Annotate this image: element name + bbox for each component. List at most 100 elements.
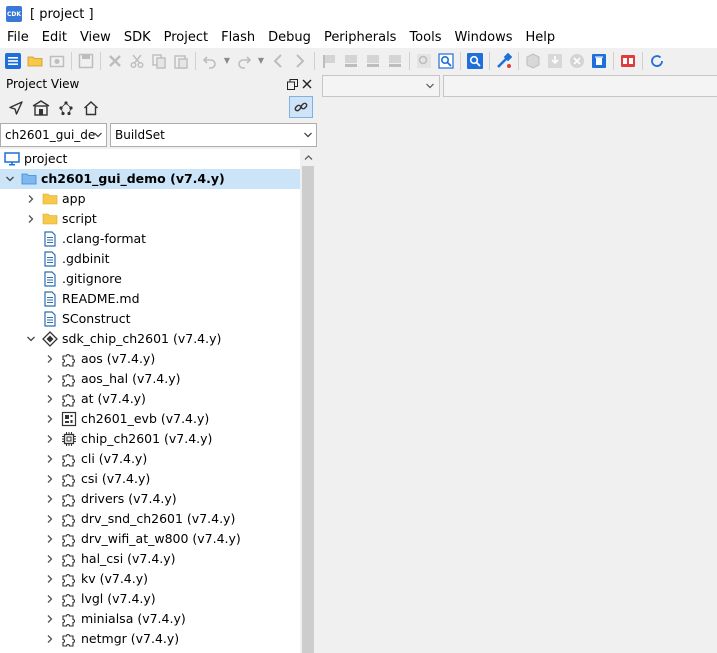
open-folder-icon[interactable] bbox=[26, 52, 44, 70]
buildset-select[interactable]: BuildSet bbox=[110, 123, 317, 147]
tree-item[interactable]: .gitignore bbox=[0, 269, 300, 289]
tree-item[interactable]: project bbox=[0, 149, 300, 169]
paste-icon[interactable] bbox=[172, 52, 190, 70]
menu-file[interactable]: File bbox=[0, 28, 35, 48]
tree-item[interactable]: netmgr (v7.4.y) bbox=[0, 629, 300, 649]
flag-clear-icon[interactable] bbox=[386, 52, 404, 70]
symbol-scope-select[interactable] bbox=[322, 75, 440, 97]
flag-next-icon[interactable] bbox=[364, 52, 382, 70]
navigate-back-icon[interactable] bbox=[269, 52, 287, 70]
copy-icon[interactable] bbox=[150, 52, 168, 70]
navigate-forward-icon[interactable] bbox=[291, 52, 309, 70]
tree-item[interactable]: chip_ch2601 (v7.4.y) bbox=[0, 429, 300, 449]
menu-help[interactable]: Help bbox=[519, 28, 562, 48]
tree-item[interactable]: kv (v7.4.y) bbox=[0, 569, 300, 589]
chevron-right-icon[interactable] bbox=[44, 529, 56, 549]
solution-select[interactable]: ch2601_gui_de bbox=[0, 123, 107, 147]
cut-icon[interactable] bbox=[128, 52, 146, 70]
menu-flash[interactable]: Flash bbox=[214, 28, 261, 48]
chevron-right-icon[interactable] bbox=[44, 389, 56, 409]
tree-item[interactable]: .clang-format bbox=[0, 229, 300, 249]
chevron-right-icon[interactable] bbox=[44, 649, 56, 653]
tree-item[interactable]: SConstruct bbox=[0, 309, 300, 329]
chevron-right-icon[interactable] bbox=[44, 369, 56, 389]
components-icon[interactable] bbox=[56, 98, 76, 118]
scroll-up-icon[interactable] bbox=[300, 149, 316, 165]
menu-sdk[interactable]: SDK bbox=[117, 28, 157, 48]
locate-icon[interactable] bbox=[6, 98, 26, 118]
chevron-right-icon[interactable] bbox=[44, 609, 56, 629]
stop-icon[interactable] bbox=[568, 52, 586, 70]
tree-item[interactable]: app bbox=[0, 189, 300, 209]
chevron-right-icon[interactable] bbox=[44, 449, 56, 469]
chevron-right-icon[interactable] bbox=[44, 429, 56, 449]
redo-icon[interactable] bbox=[235, 52, 253, 70]
menu-edit[interactable]: Edit bbox=[35, 28, 73, 48]
screenshot-icon[interactable] bbox=[48, 52, 66, 70]
chevron-right-icon[interactable] bbox=[25, 189, 37, 209]
tree-item[interactable]: drivers (v7.4.y) bbox=[0, 489, 300, 509]
menu-tools[interactable]: Tools bbox=[402, 28, 447, 48]
menu-project[interactable]: Project bbox=[157, 28, 214, 48]
undo-dropdown-icon[interactable]: ▼ bbox=[223, 52, 231, 70]
symbol-member-select[interactable] bbox=[443, 75, 717, 97]
redo-dropdown-icon[interactable]: ▼ bbox=[257, 52, 265, 70]
link-with-editor-button[interactable] bbox=[289, 96, 313, 118]
flag-icon[interactable] bbox=[320, 52, 338, 70]
chevron-right-icon[interactable] bbox=[44, 589, 56, 609]
save-icon[interactable] bbox=[77, 52, 95, 70]
tree-item[interactable]: csi (v7.4.y) bbox=[0, 469, 300, 489]
tree-item[interactable]: cli (v7.4.y) bbox=[0, 449, 300, 469]
flash-tool-icon[interactable] bbox=[619, 52, 637, 70]
float-panel-icon[interactable] bbox=[285, 77, 299, 91]
build-icon[interactable] bbox=[495, 52, 513, 70]
chevron-right-icon[interactable] bbox=[25, 209, 37, 229]
menu-windows[interactable]: Windows bbox=[447, 28, 518, 48]
close-panel-icon[interactable] bbox=[300, 77, 314, 91]
tree-item[interactable]: aos (v7.4.y) bbox=[0, 349, 300, 369]
project-list-icon[interactable] bbox=[4, 52, 22, 70]
download-icon[interactable] bbox=[546, 52, 564, 70]
refresh-icon[interactable] bbox=[648, 52, 666, 70]
tree-scrollbar[interactable] bbox=[300, 149, 316, 653]
tree-item[interactable]: .gdbinit bbox=[0, 249, 300, 269]
undo-icon[interactable] bbox=[201, 52, 219, 70]
search-icon[interactable] bbox=[466, 52, 484, 70]
tree-item[interactable]: drv_snd_ch2601 (v7.4.y) bbox=[0, 509, 300, 529]
menu-debug[interactable]: Debug bbox=[261, 28, 317, 48]
tree-item[interactable]: README.md bbox=[0, 289, 300, 309]
home-icon[interactable] bbox=[81, 98, 101, 118]
delete-icon[interactable] bbox=[590, 52, 608, 70]
project-tree[interactable]: project ch2601_gui_demo (v7.4.y) app script… bbox=[0, 149, 300, 653]
find-icon[interactable] bbox=[415, 52, 433, 70]
chevron-down-icon[interactable] bbox=[4, 169, 16, 189]
tree-item[interactable]: at (v7.4.y) bbox=[0, 389, 300, 409]
tree-item[interactable]: drv_wifi_at_w800 (v7.4.y) bbox=[0, 529, 300, 549]
editor-area[interactable] bbox=[322, 98, 717, 653]
tree-item[interactable]: ch2601_gui_demo (v7.4.y) bbox=[0, 169, 300, 189]
tree-item[interactable]: aos_hal (v7.4.y) bbox=[0, 369, 300, 389]
chevron-down-icon[interactable] bbox=[25, 329, 37, 349]
menu-peripherals[interactable]: Peripherals bbox=[317, 28, 403, 48]
chevron-right-icon[interactable] bbox=[44, 489, 56, 509]
chevron-right-icon[interactable] bbox=[44, 409, 56, 429]
close-x-icon[interactable] bbox=[106, 52, 124, 70]
chevron-right-icon[interactable] bbox=[44, 549, 56, 569]
menu-view[interactable]: View bbox=[73, 28, 117, 48]
tree-item[interactable]: sdk_chip_ch2601 (v7.4.y) bbox=[0, 329, 300, 349]
tree-item[interactable]: script bbox=[0, 209, 300, 229]
chevron-right-icon[interactable] bbox=[44, 629, 56, 649]
chevron-right-icon[interactable] bbox=[44, 569, 56, 589]
chevron-right-icon[interactable] bbox=[44, 349, 56, 369]
tree-item[interactable]: lvgl (v7.4.y) bbox=[0, 589, 300, 609]
tree-item[interactable]: hal_csi (v7.4.y) bbox=[0, 549, 300, 569]
chevron-right-icon[interactable] bbox=[44, 469, 56, 489]
find-in-files-icon[interactable] bbox=[437, 52, 455, 70]
tree-item[interactable] bbox=[0, 649, 300, 653]
tree-item[interactable]: ch2601_evb (v7.4.y) bbox=[0, 409, 300, 429]
tree-item[interactable]: minialsa (v7.4.y) bbox=[0, 609, 300, 629]
scrollbar-thumb[interactable] bbox=[302, 166, 314, 653]
package-icon[interactable] bbox=[524, 52, 542, 70]
workspace-icon[interactable] bbox=[31, 98, 51, 118]
flag-prev-icon[interactable] bbox=[342, 52, 360, 70]
